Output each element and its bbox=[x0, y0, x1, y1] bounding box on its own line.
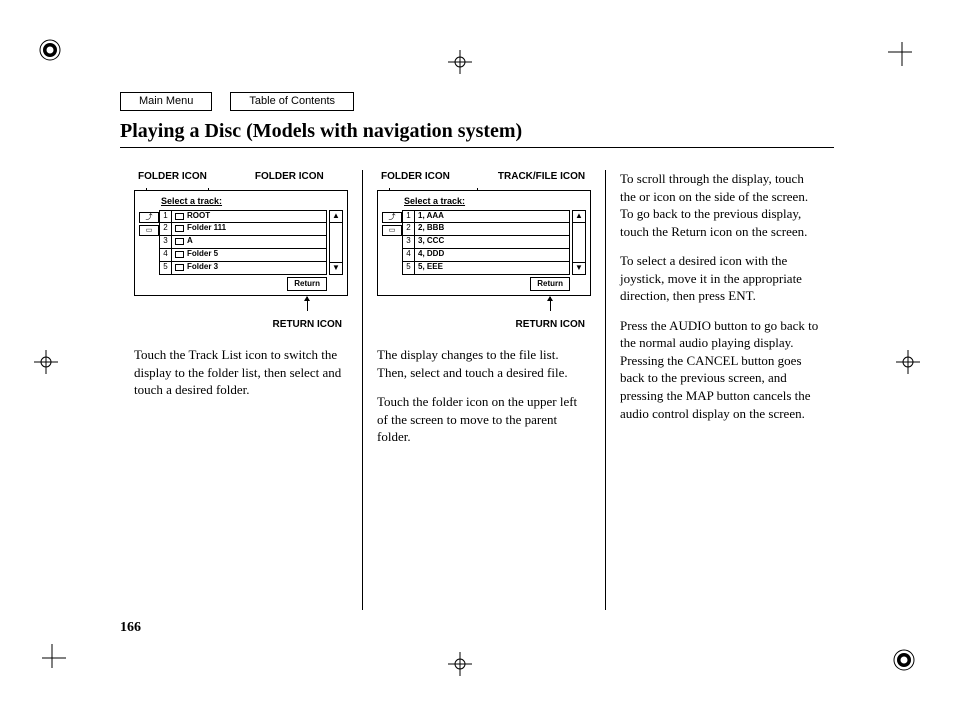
page-title: Playing a Disc (Models with navigation s… bbox=[120, 120, 834, 147]
list-item[interactable]: 3A bbox=[159, 236, 327, 249]
callout-track-file-icon: TRACK/FILE ICON bbox=[498, 170, 585, 184]
registration-target-icon bbox=[892, 648, 916, 672]
screen-title: Select a track: bbox=[161, 195, 343, 207]
return-button[interactable]: Return bbox=[287, 277, 327, 292]
heading-block: Playing a Disc (Models with navigation s… bbox=[120, 120, 834, 148]
crosshair-icon bbox=[448, 50, 472, 74]
list-item-label: 3, CCC bbox=[418, 236, 444, 247]
heading-rule bbox=[120, 147, 834, 148]
list-item[interactable]: 55, EEE bbox=[402, 262, 570, 275]
scroll-track[interactable] bbox=[329, 223, 343, 262]
scroll-up-button[interactable]: ▲ bbox=[329, 210, 343, 223]
paragraph: The display changes to the file list. Th… bbox=[377, 346, 591, 381]
content-columns: FOLDER ICON FOLDER ICON Select a track: … bbox=[120, 170, 834, 610]
folder-list: 1ROOT 2Folder 111 3A 4Folder 5 5Folder 3 bbox=[159, 210, 327, 275]
folder-icon[interactable]: ▭ bbox=[139, 225, 159, 236]
list-item-label: Folder 111 bbox=[187, 223, 226, 234]
scroll-down-button[interactable]: ▼ bbox=[329, 262, 343, 275]
list-item-label: Folder 5 bbox=[187, 249, 218, 260]
crop-mark-icon bbox=[888, 26, 928, 66]
screen-title: Select a track: bbox=[404, 195, 586, 207]
column-3: To scroll through the display, touch the… bbox=[605, 170, 834, 610]
page-number: 166 bbox=[120, 620, 141, 636]
list-item[interactable]: 11, AAA bbox=[402, 210, 570, 223]
list-item-label: 5, EEE bbox=[418, 262, 443, 273]
parent-folder-icon[interactable]: ⤴ bbox=[382, 212, 402, 223]
nav-buttons: Main Menu Table of Contents bbox=[120, 92, 354, 111]
paragraph: To select a desired icon with the joysti… bbox=[620, 252, 820, 305]
callout-row: FOLDER ICON FOLDER ICON bbox=[134, 170, 348, 184]
screen-sidebar: ⤴ ▭ bbox=[139, 210, 159, 275]
callout-arrow-icon bbox=[550, 297, 551, 311]
folder-icon bbox=[175, 238, 184, 245]
folder-icon bbox=[175, 213, 184, 220]
screen-1-wrap: Select a track: ⤴ ▭ 1ROOT 2Folder 111 3A… bbox=[134, 190, 348, 332]
list-item[interactable]: 1ROOT bbox=[159, 210, 327, 223]
paragraph: To scroll through the display, touch the… bbox=[620, 170, 820, 240]
scroll-up-button[interactable]: ▲ bbox=[572, 210, 586, 223]
list-item[interactable]: 33, CCC bbox=[402, 236, 570, 249]
file-list: 11, AAA 22, BBB 33, CCC 44, DDD 55, EEE bbox=[402, 210, 570, 275]
list-item[interactable]: 44, DDD bbox=[402, 249, 570, 262]
list-item[interactable]: 22, BBB bbox=[402, 223, 570, 236]
paragraph: Press the AUDIO button to go back to the… bbox=[620, 317, 820, 422]
list-item-label: 1, AAA bbox=[418, 211, 444, 222]
table-of-contents-button[interactable]: Table of Contents bbox=[230, 92, 354, 111]
list-item[interactable]: 5Folder 3 bbox=[159, 262, 327, 275]
scroll-down-button[interactable]: ▼ bbox=[572, 262, 586, 275]
folder-icon bbox=[175, 225, 184, 232]
file-list-screen: Select a track: ⤴ ▭ 11, AAA 22, BBB 33, … bbox=[377, 190, 591, 297]
folder-list-screen: Select a track: ⤴ ▭ 1ROOT 2Folder 111 3A… bbox=[134, 190, 348, 297]
callout-folder-icon: FOLDER ICON bbox=[381, 170, 450, 184]
crop-mark-icon bbox=[26, 644, 66, 684]
paragraph: Touch the folder icon on the upper left … bbox=[377, 393, 591, 446]
callout-folder-icon-1: FOLDER ICON bbox=[138, 170, 207, 184]
callout-return-icon: RETURN ICON bbox=[516, 318, 585, 332]
scrollbar: ▲ ▼ bbox=[329, 210, 343, 275]
screen-sidebar: ⤴ ▭ bbox=[382, 210, 402, 275]
list-item-label: 4, DDD bbox=[418, 249, 444, 260]
folder-icon[interactable]: ▭ bbox=[382, 225, 402, 236]
main-menu-button[interactable]: Main Menu bbox=[120, 92, 212, 111]
list-item[interactable]: 2Folder 111 bbox=[159, 223, 327, 236]
column-1: FOLDER ICON FOLDER ICON Select a track: … bbox=[120, 170, 362, 610]
callout-arrow-icon bbox=[307, 297, 308, 311]
folder-icon bbox=[175, 264, 184, 271]
callout-folder-icon-2: FOLDER ICON bbox=[255, 170, 324, 184]
return-button[interactable]: Return bbox=[530, 277, 570, 292]
list-item-label: ROOT bbox=[187, 211, 210, 222]
crosshair-icon bbox=[896, 350, 920, 374]
scroll-track[interactable] bbox=[572, 223, 586, 262]
list-item-label: A bbox=[187, 236, 193, 247]
list-item[interactable]: 4Folder 5 bbox=[159, 249, 327, 262]
crosshair-icon bbox=[448, 652, 472, 676]
callout-return-icon: RETURN ICON bbox=[273, 318, 342, 332]
crosshair-icon bbox=[34, 350, 58, 374]
folder-icon bbox=[175, 251, 184, 258]
parent-folder-icon[interactable]: ⤴ bbox=[139, 212, 159, 223]
column-2: FOLDER ICON TRACK/FILE ICON Select a tra… bbox=[362, 170, 605, 610]
scrollbar: ▲ ▼ bbox=[572, 210, 586, 275]
paragraph: Touch the Track List icon to switch the … bbox=[134, 346, 348, 399]
registration-target-icon bbox=[38, 38, 62, 62]
list-item-label: Folder 3 bbox=[187, 262, 218, 273]
callout-row: FOLDER ICON TRACK/FILE ICON bbox=[377, 170, 591, 184]
list-item-label: 2, BBB bbox=[418, 223, 444, 234]
screen-2-wrap: Select a track: ⤴ ▭ 11, AAA 22, BBB 33, … bbox=[377, 190, 591, 332]
